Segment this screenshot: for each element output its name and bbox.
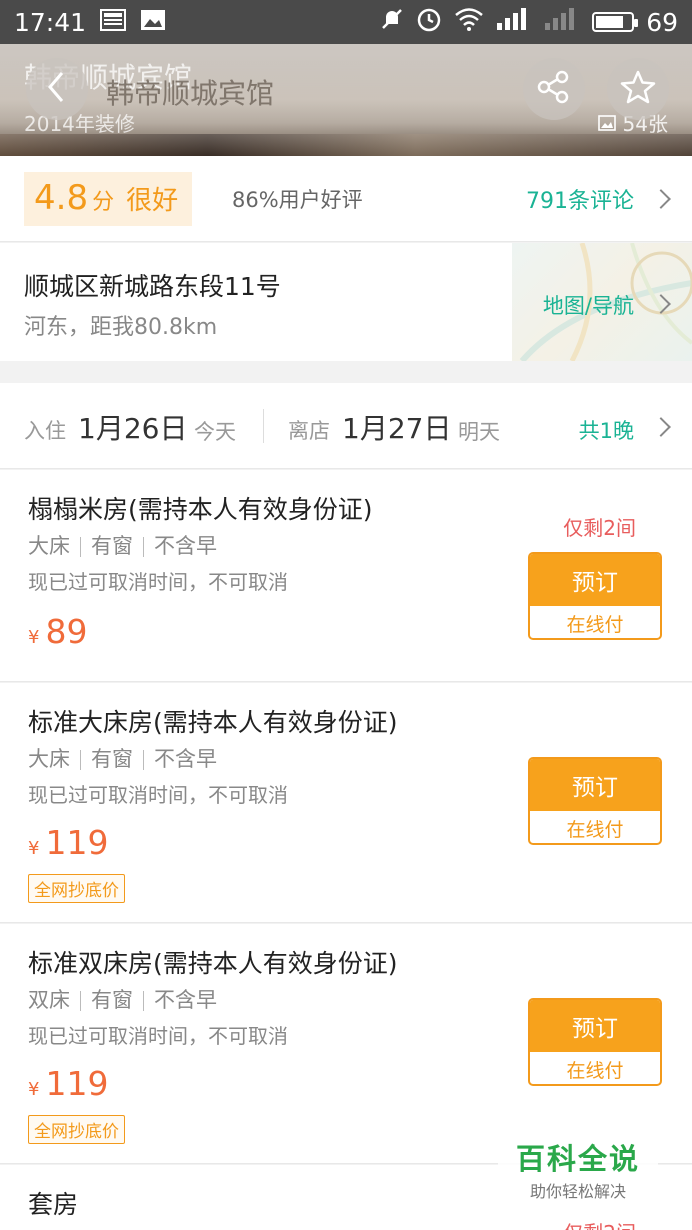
- bed-type: 大床: [28, 534, 70, 558]
- reviews-link[interactable]: 791条评论: [526, 183, 634, 215]
- room-item[interactable]: 标准双床房(需持本人有效身份证) 双床 有窗 不含早 现已过可取消时间，不可取消 ¥…: [0, 924, 692, 1164]
- book-label: 预订: [530, 759, 660, 811]
- signal-weak-icon: [544, 7, 580, 37]
- window-info: 有窗: [91, 747, 133, 771]
- rooms-remaining: 仅剩2间: [563, 516, 636, 540]
- back-button[interactable]: [26, 58, 88, 120]
- book-label: 预订: [530, 554, 660, 606]
- book-button[interactable]: 预订 在线付: [528, 757, 662, 845]
- book-button[interactable]: 预订 在线付: [528, 552, 662, 640]
- breakfast-info: 不含早: [154, 747, 217, 771]
- score-unit: 分: [92, 190, 115, 215]
- favorite-button[interactable]: [607, 58, 669, 120]
- room-name: 榻榻米房(需持本人有效身份证): [28, 495, 373, 524]
- watermark-subtitle: 助你轻松解决: [529, 1182, 626, 1201]
- map-navigation-link[interactable]: 地图/导航: [543, 290, 634, 320]
- address-distance: 河东，距我80.8km: [24, 315, 218, 340]
- news-icon: [100, 8, 127, 37]
- window-info: 有窗: [91, 988, 133, 1012]
- score-value: 4.8: [34, 178, 89, 218]
- room-price: ¥89: [28, 612, 87, 651]
- alarm-icon: [416, 6, 442, 38]
- wifi-icon: [454, 7, 484, 37]
- good-rate: 86%用户好评: [232, 188, 363, 212]
- watermark-logo: 百科全说 助你轻松解决: [498, 1136, 658, 1202]
- pay-online-label: 在线付: [566, 818, 624, 841]
- book-label: 预订: [530, 1000, 660, 1052]
- signal-icon: [496, 7, 532, 37]
- status-bar: 17:41 69: [0, 0, 692, 44]
- rooms-remaining: 仅剩2间: [563, 1217, 636, 1230]
- lowest-price-badge: 全网抄底价: [28, 874, 125, 903]
- nights-count[interactable]: 共1晚: [579, 415, 634, 445]
- pay-online-label: 在线付: [566, 1059, 624, 1082]
- checkin-day: 今天: [194, 420, 236, 444]
- pay-online-label: 在线付: [566, 613, 624, 636]
- currency-symbol: ¥: [28, 838, 40, 859]
- checkout-day: 明天: [458, 420, 500, 444]
- room-tags: 大床 有窗 不含早: [28, 530, 217, 560]
- book-button[interactable]: 预订 在线付: [528, 998, 662, 1086]
- room-item[interactable]: 标准大床房(需持本人有效身份证) 大床 有窗 不含早 现已过可取消时间，不可取消 ¥…: [0, 683, 692, 923]
- chevron-left-icon: [42, 69, 72, 109]
- score-badge: 4.8 分 很好: [24, 172, 192, 226]
- room-tags: 大床 有窗 不含早: [28, 743, 217, 773]
- room-tags: 双床 有窗 不含早: [28, 984, 217, 1014]
- status-right: 69: [380, 6, 678, 38]
- status-time: 17:41: [14, 7, 87, 37]
- checkin-date[interactable]: 1月26日: [78, 407, 187, 447]
- checkout-label: 离店: [288, 419, 330, 443]
- score-word: 很好: [126, 186, 179, 216]
- address-street: 顺城区新城路东段11号: [24, 272, 281, 301]
- currency-symbol: ¥: [28, 1079, 40, 1100]
- cancel-policy: 现已过可取消时间，不可取消: [28, 1024, 288, 1048]
- hotel-detail-screen: 17:41 69 韩帝顺城宾馆 2014年装修 韩帝顺城宾馆 54张 4.8 分…: [0, 0, 692, 1230]
- chevron-right-icon: [651, 189, 671, 209]
- price-amount: 119: [45, 1064, 109, 1103]
- currency-symbol: ¥: [28, 627, 40, 648]
- address-row[interactable]: 顺城区新城路东段11号 河东，距我80.8km 地图/导航: [0, 243, 692, 361]
- image-icon: [140, 8, 166, 37]
- lowest-price-badge: 全网抄底价: [28, 1115, 125, 1144]
- room-price: ¥119: [28, 823, 108, 862]
- breakfast-info: 不含早: [154, 988, 217, 1012]
- share-button[interactable]: [523, 58, 585, 120]
- bed-type: 大床: [28, 747, 70, 771]
- checkin-label: 入住: [24, 419, 66, 443]
- room-price: ¥119: [28, 1064, 108, 1103]
- checkout-date[interactable]: 1月27日: [342, 407, 451, 447]
- mute-icon: [380, 7, 404, 37]
- battery-icon: [592, 12, 639, 32]
- page-title: 韩帝顺城宾馆: [106, 77, 275, 110]
- share-icon: [536, 69, 572, 109]
- hotel-header: 韩帝顺城宾馆 2014年装修 韩帝顺城宾馆 54张: [0, 44, 692, 156]
- window-info: 有窗: [91, 534, 133, 558]
- photo-icon: [598, 112, 622, 136]
- cancel-policy: 现已过可取消时间，不可取消: [28, 783, 288, 807]
- rating-row[interactable]: 4.8 分 很好 86%用户好评 791条评论: [0, 156, 692, 242]
- price-amount: 119: [45, 823, 109, 862]
- room-name: 标准大床房(需持本人有效身份证): [28, 708, 398, 737]
- date-divider: [263, 409, 264, 443]
- room-item[interactable]: 榻榻米房(需持本人有效身份证) 大床 有窗 不含早 现已过可取消时间，不可取消 ¥8…: [0, 470, 692, 682]
- room-name: 标准双床房(需持本人有效身份证): [28, 949, 398, 978]
- breakfast-info: 不含早: [154, 534, 217, 558]
- battery-level: 69: [646, 7, 678, 37]
- date-selector[interactable]: 入住 1月26日 今天 离店 1月27日 明天 共1晚: [0, 383, 692, 469]
- star-icon: [619, 69, 657, 109]
- chevron-right-icon: [651, 417, 671, 437]
- cancel-policy: 现已过可取消时间，不可取消: [28, 570, 288, 594]
- bed-type: 双床: [28, 988, 70, 1012]
- room-name: 套房: [28, 1190, 79, 1219]
- price-amount: 89: [45, 612, 88, 651]
- watermark-title: 百科全说: [515, 1142, 640, 1176]
